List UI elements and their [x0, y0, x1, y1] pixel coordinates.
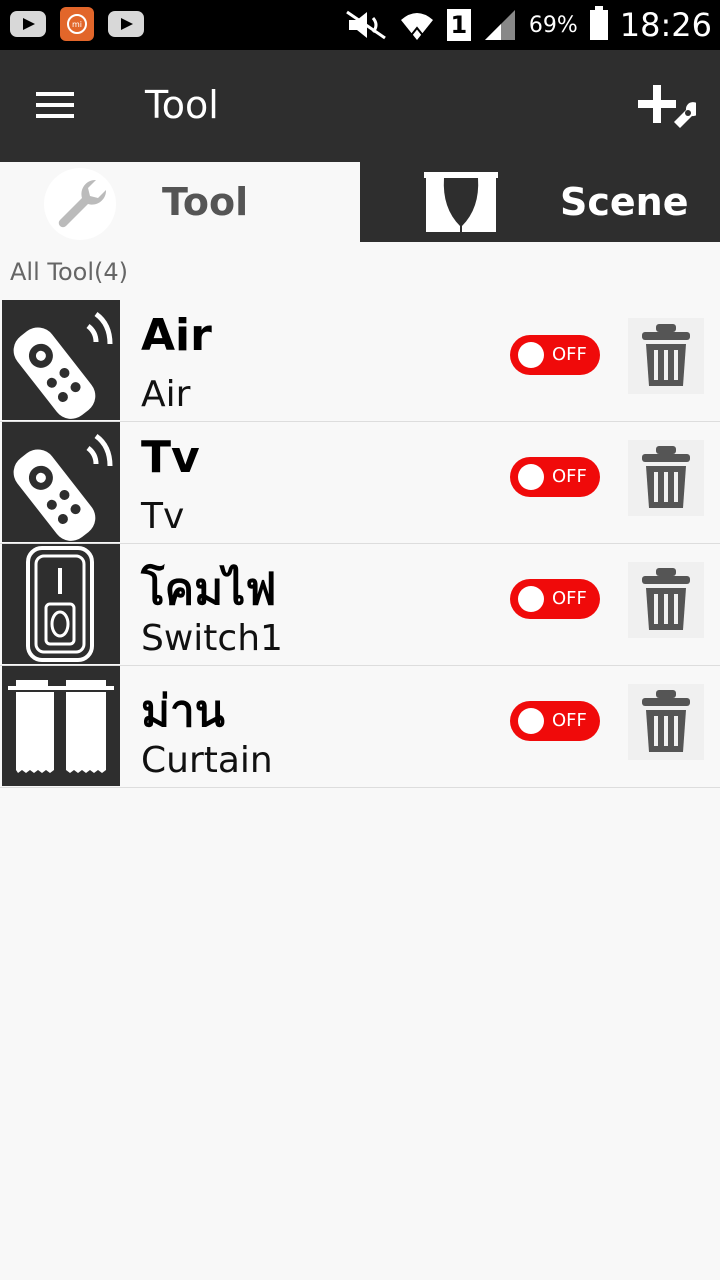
app-bar: Tool	[0, 50, 720, 162]
toggle-state: OFF	[552, 344, 587, 365]
status-bar: mi 1 69% 18:26	[0, 0, 720, 50]
list-item[interactable]: ม่าน Curtain OFF	[0, 666, 720, 788]
wrench-icon	[44, 168, 116, 240]
page-title: Tool	[145, 83, 219, 127]
trash-icon[interactable]	[628, 318, 704, 394]
battery-percent: 69%	[528, 12, 578, 38]
trash-icon[interactable]	[628, 440, 704, 516]
list-item[interactable]: Tv Tv OFF	[0, 422, 720, 544]
list-item[interactable]: Air Air OFF	[0, 300, 720, 422]
mute-icon	[346, 10, 386, 40]
toggle-state: OFF	[552, 710, 587, 731]
section-header: All Tool(4)	[10, 258, 128, 286]
tab-scene-label: Scene	[560, 180, 689, 224]
power-toggle[interactable]: OFF	[510, 579, 600, 619]
device-type: Curtain	[141, 740, 273, 781]
device-type: Switch1	[141, 618, 283, 659]
power-toggle[interactable]: OFF	[510, 701, 600, 741]
power-toggle[interactable]: OFF	[510, 335, 600, 375]
tab-tool-label: Tool	[162, 180, 249, 224]
curtain-icon	[2, 666, 120, 786]
device-name: Air	[141, 310, 212, 361]
power-toggle[interactable]: OFF	[510, 457, 600, 497]
remote-icon	[2, 300, 120, 420]
device-name: Tv	[141, 432, 200, 483]
remote-icon	[2, 422, 120, 542]
add-tool-icon[interactable]	[636, 78, 696, 138]
device-type: Air	[141, 374, 191, 415]
curtain-icon	[424, 172, 498, 232]
trash-icon[interactable]	[628, 684, 704, 760]
sim-slot-badge: 1	[446, 9, 471, 41]
switch-icon	[2, 544, 120, 664]
menu-icon[interactable]	[36, 92, 74, 118]
device-name: ม่าน	[141, 686, 225, 737]
device-type: Tv	[141, 496, 185, 537]
tab-tool[interactable]: Tool	[0, 162, 360, 242]
mi-icon: mi	[60, 7, 94, 41]
device-name: โคมไฟ	[141, 564, 277, 615]
trash-icon[interactable]	[628, 562, 704, 638]
clock: 18:26	[619, 6, 712, 44]
signal-icon	[484, 10, 515, 40]
toggle-state: OFF	[552, 588, 587, 609]
youtube-icon	[108, 11, 144, 37]
battery-icon	[589, 6, 608, 40]
tab-bar: Tool Scene	[0, 162, 720, 242]
list-item[interactable]: โคมไฟ Switch1 OFF	[0, 544, 720, 666]
youtube-icon	[10, 11, 46, 37]
wifi-icon	[400, 13, 433, 40]
toggle-state: OFF	[552, 466, 587, 487]
tab-scene[interactable]: Scene	[360, 162, 720, 242]
device-list: Air Air OFF Tv Tv OFF โคมไฟ Switch1 OFF …	[0, 300, 720, 788]
